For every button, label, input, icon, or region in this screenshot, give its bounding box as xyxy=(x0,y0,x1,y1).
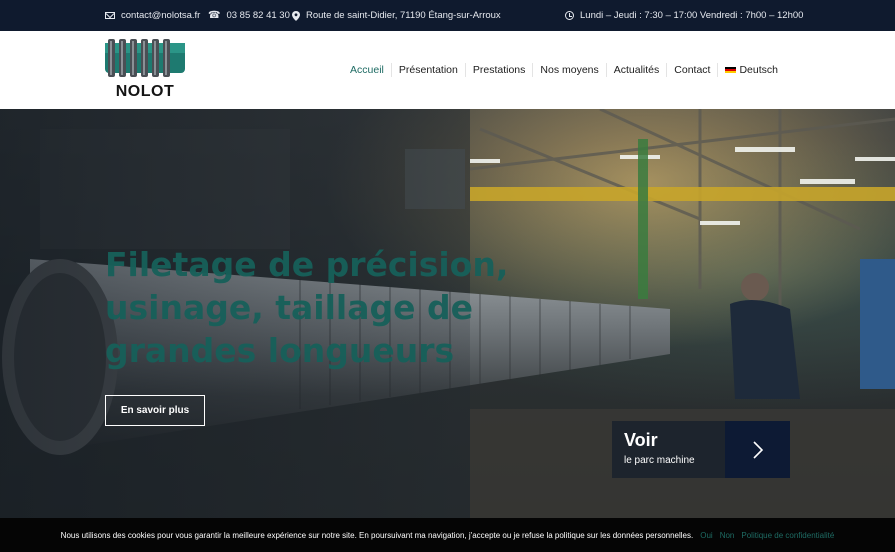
cookie-accept-link[interactable]: Oui xyxy=(700,531,712,540)
address-text: Route de saint-Didier, 71190 Étang-sur-A… xyxy=(306,10,501,21)
map-pin-icon xyxy=(292,10,300,21)
logo-screw-graphic xyxy=(105,39,185,77)
german-flag-icon xyxy=(725,66,737,74)
hours-text: Lundi – Jeudi : 7:30 – 17:00 Vendredi : … xyxy=(580,10,804,21)
machine-park-card[interactable]: Voir le parc machine xyxy=(612,421,725,478)
nav-item-presentation[interactable]: Présentation xyxy=(390,63,465,77)
hero-banner: Filetage de précision, usinage, taillage… xyxy=(0,109,895,518)
cookie-message: Nous utilisons des cookies pour vous gar… xyxy=(60,530,694,540)
nav-item-prestations[interactable]: Prestations xyxy=(464,63,533,77)
topbar-phone[interactable]: ☎ 03 85 82 41 30 xyxy=(208,0,290,31)
topbar-hours: Lundi – Jeudi : 7:30 – 17:00 Vendredi : … xyxy=(565,0,803,31)
nav-item-accueil[interactable]: Accueil xyxy=(343,63,391,77)
email-text[interactable]: contact@nolotsa.fr xyxy=(121,10,200,21)
envelope-icon xyxy=(105,12,115,19)
phone-icon: ☎ xyxy=(208,9,221,21)
nav-item-language[interactable]: Deutsch xyxy=(717,63,785,77)
hero-title-line: grandes longueurs xyxy=(105,331,455,370)
topbar-address: Route de saint-Didier, 71190 Étang-sur-A… xyxy=(292,0,501,31)
nav-item-nos-moyens[interactable]: Nos moyens xyxy=(532,63,605,77)
phone-text[interactable]: 03 85 82 41 30 xyxy=(226,10,289,21)
cookie-decline-link[interactable]: Non xyxy=(720,531,735,540)
logo-text: NOLOT xyxy=(115,83,175,100)
hero-title-line: Filetage de précision, xyxy=(105,245,509,284)
site-logo[interactable]: NOLOT xyxy=(105,39,185,101)
site-header: NOLOT Accueil Présentation Prestations N… xyxy=(0,31,895,109)
hero-title: Filetage de précision, usinage, taillage… xyxy=(105,243,525,372)
privacy-policy-link[interactable]: Politique de confidentialité xyxy=(741,531,834,540)
hero-title-line: usinage, taillage de xyxy=(105,288,473,327)
cookie-consent-bar: Nous utilisons des cookies pour vous gar… xyxy=(0,518,895,552)
machine-park-title: Voir xyxy=(624,430,658,450)
topbar-email[interactable]: contact@nolotsa.fr xyxy=(105,0,200,31)
learn-more-button[interactable]: En savoir plus xyxy=(105,395,205,426)
clock-icon xyxy=(565,11,574,20)
chevron-right-icon xyxy=(752,440,763,459)
main-navigation: Accueil Présentation Prestations Nos moy… xyxy=(343,31,785,109)
top-contact-bar: contact@nolotsa.fr ☎ 03 85 82 41 30 Rout… xyxy=(0,0,895,31)
nav-item-actualites[interactable]: Actualités xyxy=(605,63,667,77)
machine-park-subtitle: le parc machine xyxy=(624,455,695,466)
machine-park-arrow-button[interactable] xyxy=(725,421,790,478)
language-label: Deutsch xyxy=(739,64,778,76)
nav-item-contact[interactable]: Contact xyxy=(666,63,717,77)
